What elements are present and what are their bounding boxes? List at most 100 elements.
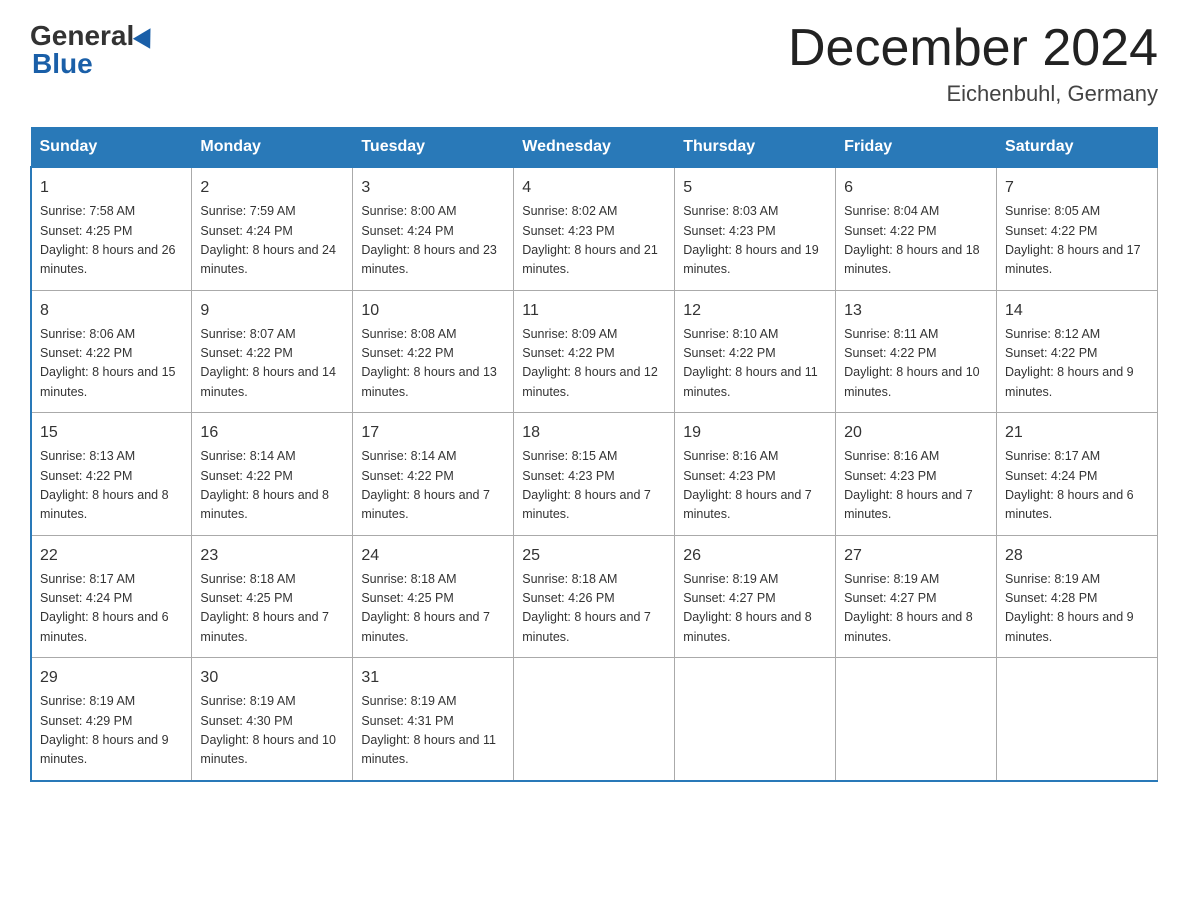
day-info: Sunrise: 8:13 AMSunset: 4:22 PMDaylight:… [40, 447, 183, 525]
calendar-header: Sunday Monday Tuesday Wednesday Thursday… [31, 128, 1158, 168]
table-row: 20Sunrise: 8:16 AMSunset: 4:23 PMDayligh… [836, 413, 997, 536]
day-number: 20 [844, 421, 988, 445]
day-info: Sunrise: 8:18 AMSunset: 4:25 PMDaylight:… [200, 570, 344, 648]
table-row: 31Sunrise: 8:19 AMSunset: 4:31 PMDayligh… [353, 658, 514, 781]
table-row: 8Sunrise: 8:06 AMSunset: 4:22 PMDaylight… [31, 290, 192, 413]
table-row: 22Sunrise: 8:17 AMSunset: 4:24 PMDayligh… [31, 535, 192, 658]
day-info: Sunrise: 8:16 AMSunset: 4:23 PMDaylight:… [683, 447, 827, 525]
day-info: Sunrise: 8:18 AMSunset: 4:25 PMDaylight:… [361, 570, 505, 648]
table-row: 23Sunrise: 8:18 AMSunset: 4:25 PMDayligh… [192, 535, 353, 658]
day-number: 17 [361, 421, 505, 445]
table-row: 2Sunrise: 7:59 AMSunset: 4:24 PMDaylight… [192, 167, 353, 290]
table-row: 24Sunrise: 8:18 AMSunset: 4:25 PMDayligh… [353, 535, 514, 658]
day-info: Sunrise: 8:04 AMSunset: 4:22 PMDaylight:… [844, 202, 988, 280]
day-info: Sunrise: 7:58 AMSunset: 4:25 PMDaylight:… [40, 202, 183, 280]
logo-blue-text: Blue [32, 48, 93, 80]
day-info: Sunrise: 8:11 AMSunset: 4:22 PMDaylight:… [844, 325, 988, 403]
day-info: Sunrise: 8:06 AMSunset: 4:22 PMDaylight:… [40, 325, 183, 403]
table-row: 27Sunrise: 8:19 AMSunset: 4:27 PMDayligh… [836, 535, 997, 658]
table-row [514, 658, 675, 781]
day-number: 21 [1005, 421, 1149, 445]
header-sunday: Sunday [31, 128, 192, 168]
table-row [997, 658, 1158, 781]
table-row: 10Sunrise: 8:08 AMSunset: 4:22 PMDayligh… [353, 290, 514, 413]
day-info: Sunrise: 8:18 AMSunset: 4:26 PMDaylight:… [522, 570, 666, 648]
table-row [675, 658, 836, 781]
table-row: 4Sunrise: 8:02 AMSunset: 4:23 PMDaylight… [514, 167, 675, 290]
table-row: 6Sunrise: 8:04 AMSunset: 4:22 PMDaylight… [836, 167, 997, 290]
day-info: Sunrise: 8:08 AMSunset: 4:22 PMDaylight:… [361, 325, 505, 403]
day-number: 8 [40, 299, 183, 323]
day-info: Sunrise: 8:19 AMSunset: 4:30 PMDaylight:… [200, 692, 344, 770]
day-info: Sunrise: 7:59 AMSunset: 4:24 PMDaylight:… [200, 202, 344, 280]
day-info: Sunrise: 8:00 AMSunset: 4:24 PMDaylight:… [361, 202, 505, 280]
day-info: Sunrise: 8:17 AMSunset: 4:24 PMDaylight:… [40, 570, 183, 648]
day-info: Sunrise: 8:09 AMSunset: 4:22 PMDaylight:… [522, 325, 666, 403]
table-row: 26Sunrise: 8:19 AMSunset: 4:27 PMDayligh… [675, 535, 836, 658]
table-row: 3Sunrise: 8:00 AMSunset: 4:24 PMDaylight… [353, 167, 514, 290]
day-number: 1 [40, 176, 183, 200]
day-info: Sunrise: 8:05 AMSunset: 4:22 PMDaylight:… [1005, 202, 1149, 280]
table-row: 19Sunrise: 8:16 AMSunset: 4:23 PMDayligh… [675, 413, 836, 536]
day-info: Sunrise: 8:17 AMSunset: 4:24 PMDaylight:… [1005, 447, 1149, 525]
day-number: 26 [683, 544, 827, 568]
calendar-week-row: 29Sunrise: 8:19 AMSunset: 4:29 PMDayligh… [31, 658, 1158, 781]
calendar-week-row: 8Sunrise: 8:06 AMSunset: 4:22 PMDaylight… [31, 290, 1158, 413]
day-info: Sunrise: 8:03 AMSunset: 4:23 PMDaylight:… [683, 202, 827, 280]
day-number: 18 [522, 421, 666, 445]
day-number: 25 [522, 544, 666, 568]
table-row: 28Sunrise: 8:19 AMSunset: 4:28 PMDayligh… [997, 535, 1158, 658]
table-row: 25Sunrise: 8:18 AMSunset: 4:26 PMDayligh… [514, 535, 675, 658]
day-info: Sunrise: 8:15 AMSunset: 4:23 PMDaylight:… [522, 447, 666, 525]
table-row: 30Sunrise: 8:19 AMSunset: 4:30 PMDayligh… [192, 658, 353, 781]
table-row: 14Sunrise: 8:12 AMSunset: 4:22 PMDayligh… [997, 290, 1158, 413]
header-saturday: Saturday [997, 128, 1158, 168]
day-info: Sunrise: 8:14 AMSunset: 4:22 PMDaylight:… [200, 447, 344, 525]
day-number: 24 [361, 544, 505, 568]
day-number: 14 [1005, 299, 1149, 323]
calendar-week-row: 22Sunrise: 8:17 AMSunset: 4:24 PMDayligh… [31, 535, 1158, 658]
days-header-row: Sunday Monday Tuesday Wednesday Thursday… [31, 128, 1158, 168]
day-info: Sunrise: 8:07 AMSunset: 4:22 PMDaylight:… [200, 325, 344, 403]
day-info: Sunrise: 8:19 AMSunset: 4:29 PMDaylight:… [40, 692, 183, 770]
calendar-week-row: 15Sunrise: 8:13 AMSunset: 4:22 PMDayligh… [31, 413, 1158, 536]
table-row: 21Sunrise: 8:17 AMSunset: 4:24 PMDayligh… [997, 413, 1158, 536]
location-title: Eichenbuhl, Germany [788, 81, 1158, 107]
day-number: 19 [683, 421, 827, 445]
table-row: 11Sunrise: 8:09 AMSunset: 4:22 PMDayligh… [514, 290, 675, 413]
day-number: 10 [361, 299, 505, 323]
table-row: 16Sunrise: 8:14 AMSunset: 4:22 PMDayligh… [192, 413, 353, 536]
table-row: 13Sunrise: 8:11 AMSunset: 4:22 PMDayligh… [836, 290, 997, 413]
day-number: 2 [200, 176, 344, 200]
day-info: Sunrise: 8:19 AMSunset: 4:27 PMDaylight:… [683, 570, 827, 648]
header-friday: Friday [836, 128, 997, 168]
day-number: 11 [522, 299, 666, 323]
day-number: 22 [40, 544, 183, 568]
calendar-week-row: 1Sunrise: 7:58 AMSunset: 4:25 PMDaylight… [31, 167, 1158, 290]
title-area: December 2024 Eichenbuhl, Germany [788, 20, 1158, 107]
day-info: Sunrise: 8:19 AMSunset: 4:27 PMDaylight:… [844, 570, 988, 648]
calendar-body: 1Sunrise: 7:58 AMSunset: 4:25 PMDaylight… [31, 167, 1158, 781]
page-header: General Blue December 2024 Eichenbuhl, G… [30, 20, 1158, 107]
day-number: 7 [1005, 176, 1149, 200]
day-number: 29 [40, 666, 183, 690]
day-number: 9 [200, 299, 344, 323]
day-number: 12 [683, 299, 827, 323]
day-info: Sunrise: 8:19 AMSunset: 4:31 PMDaylight:… [361, 692, 505, 770]
day-number: 16 [200, 421, 344, 445]
header-tuesday: Tuesday [353, 128, 514, 168]
day-info: Sunrise: 8:19 AMSunset: 4:28 PMDaylight:… [1005, 570, 1149, 648]
table-row: 18Sunrise: 8:15 AMSunset: 4:23 PMDayligh… [514, 413, 675, 536]
calendar-table: Sunday Monday Tuesday Wednesday Thursday… [30, 127, 1158, 782]
day-number: 3 [361, 176, 505, 200]
header-wednesday: Wednesday [514, 128, 675, 168]
table-row: 5Sunrise: 8:03 AMSunset: 4:23 PMDaylight… [675, 167, 836, 290]
table-row: 29Sunrise: 8:19 AMSunset: 4:29 PMDayligh… [31, 658, 192, 781]
month-title: December 2024 [788, 20, 1158, 77]
table-row: 17Sunrise: 8:14 AMSunset: 4:22 PMDayligh… [353, 413, 514, 536]
day-info: Sunrise: 8:02 AMSunset: 4:23 PMDaylight:… [522, 202, 666, 280]
header-monday: Monday [192, 128, 353, 168]
table-row: 9Sunrise: 8:07 AMSunset: 4:22 PMDaylight… [192, 290, 353, 413]
day-number: 15 [40, 421, 183, 445]
day-number: 31 [361, 666, 505, 690]
